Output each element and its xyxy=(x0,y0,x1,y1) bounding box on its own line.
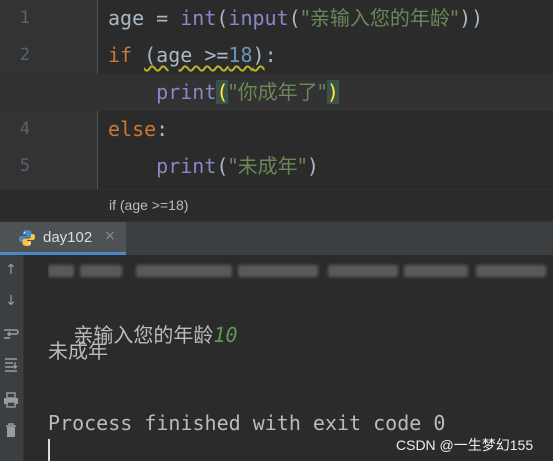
run-tab-day102[interactable]: day102 × xyxy=(0,222,126,255)
code-token: else xyxy=(108,117,157,141)
blurred-command-line: y xyxy=(48,262,553,280)
down-arrow-icon[interactable]: ↓ xyxy=(2,292,20,310)
code-token: ) xyxy=(252,43,265,67)
code-line[interactable]: else: xyxy=(0,111,553,148)
result-output-line: 未成年 xyxy=(48,339,108,363)
text-caret xyxy=(48,439,50,461)
code-token: "你成年了" xyxy=(228,80,327,104)
soft-wrap-icon[interactable] xyxy=(2,326,20,344)
up-arrow-icon[interactable]: ↑ xyxy=(2,261,20,279)
breadcrumb[interactable]: if (age >=18) xyxy=(0,189,553,221)
scroll-to-end-icon[interactable] xyxy=(2,356,20,374)
code-token: age = xyxy=(108,6,181,30)
code-token: "未成年" xyxy=(228,154,307,178)
code-token: (age >= xyxy=(144,43,229,67)
code-token: ( xyxy=(288,6,301,30)
trash-icon[interactable] xyxy=(2,422,20,440)
code-token: ( xyxy=(216,154,229,178)
run-console[interactable]: ↑ ↓ y 亲输入您的年龄10 未成年 Process finished wit… xyxy=(0,255,553,461)
tab-label: day102 xyxy=(43,229,93,246)
code-token: "亲输入您的年龄" xyxy=(300,6,460,30)
code-line[interactable]: print("你成年了") xyxy=(0,74,553,111)
code-token: if xyxy=(108,43,145,67)
user-input-value: 10 xyxy=(213,323,238,347)
console-toolbar: ↑ ↓ xyxy=(0,255,24,461)
code-text[interactable]: print("未成年") xyxy=(108,148,319,185)
code-editor[interactable]: 12345 age = int(input("亲输入您的年龄"))if (age… xyxy=(0,0,553,189)
code-line[interactable]: print("未成年") xyxy=(0,148,553,185)
code-token: : xyxy=(264,43,277,67)
code-text[interactable]: print("你成年了") xyxy=(108,74,339,111)
code-line[interactable]: age = int(input("亲输入您的年龄")) xyxy=(0,0,553,37)
code-token: print xyxy=(108,154,217,178)
code-line[interactable]: if (age >=18): xyxy=(0,37,553,74)
code-token: )) xyxy=(459,6,484,30)
code-token: 18 xyxy=(228,43,253,67)
run-tab-bar: day102 × xyxy=(0,221,553,256)
breadcrumb-label[interactable]: if (age >=18) xyxy=(109,197,188,213)
python-icon xyxy=(19,230,35,246)
code-token: ) xyxy=(306,154,319,178)
code-token: print xyxy=(108,80,217,104)
code-token: ) xyxy=(326,80,339,104)
code-token: ( xyxy=(216,80,229,104)
code-token: input xyxy=(228,6,289,30)
code-text[interactable]: else: xyxy=(108,111,168,148)
close-icon[interactable]: × xyxy=(104,228,116,244)
code-text[interactable]: age = int(input("亲输入您的年龄")) xyxy=(108,0,483,37)
code-token: : xyxy=(156,117,169,141)
print-icon[interactable] xyxy=(2,392,20,410)
code-token: ( xyxy=(216,6,229,30)
code-text[interactable]: if (age >=18): xyxy=(108,37,277,74)
code-token: int xyxy=(180,6,217,30)
watermark: CSDN @一生梦幻155 xyxy=(396,437,534,453)
exit-message: Process finished with exit code 0 xyxy=(48,411,446,435)
